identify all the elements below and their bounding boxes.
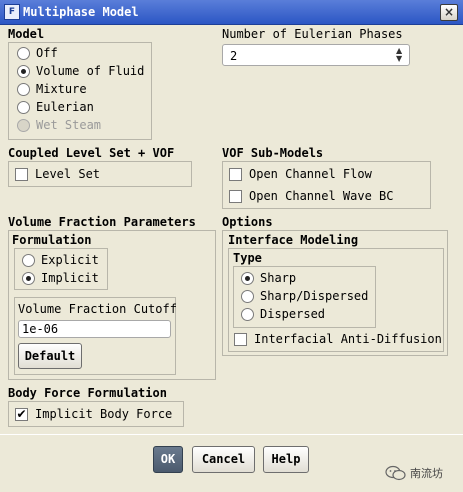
open-channel-flow-checkbox[interactable]: Open Channel Flow bbox=[229, 167, 372, 181]
implicit-body-force-checkbox[interactable]: ✔ Implicit Body Force bbox=[15, 407, 172, 421]
implicit-body-force-label: Implicit Body Force bbox=[35, 407, 173, 421]
button-separator bbox=[0, 434, 463, 435]
radio-selected-icon[interactable] bbox=[241, 271, 254, 285]
model-option-label: Volume of Fluid bbox=[36, 64, 145, 78]
radio-icon[interactable] bbox=[22, 253, 35, 267]
checkbox-icon[interactable] bbox=[15, 167, 28, 181]
formulation-title: Formulation bbox=[12, 233, 92, 247]
help-button[interactable]: Help bbox=[263, 446, 309, 473]
type-label: Sharp/Dispersed bbox=[260, 289, 369, 303]
title-bar: F Multiphase Model × bbox=[0, 0, 463, 25]
cutoff-input[interactable]: 1e-06 bbox=[18, 320, 171, 338]
checkmark-icon[interactable]: ✔ bbox=[15, 407, 28, 421]
open-channel-wave-bc-checkbox[interactable]: Open Channel Wave BC bbox=[229, 189, 394, 203]
anti-diffusion-checkbox[interactable]: Interfacial Anti-Diffusion bbox=[234, 332, 442, 346]
phases-value[interactable]: 2 bbox=[230, 49, 237, 63]
explicit-radio[interactable]: Explicit bbox=[22, 253, 99, 267]
options-title: Options bbox=[222, 215, 273, 229]
type-sharp-radio[interactable]: Sharp bbox=[241, 271, 296, 285]
default-button[interactable]: Default bbox=[18, 343, 82, 369]
wechat-icon bbox=[385, 465, 406, 481]
implicit-radio[interactable]: Implicit bbox=[22, 271, 99, 285]
checkbox-icon[interactable] bbox=[229, 189, 242, 203]
radio-selected-icon[interactable] bbox=[22, 271, 35, 285]
type-label: Sharp bbox=[260, 271, 297, 285]
body-force-title: Body Force Formulation bbox=[8, 386, 167, 400]
spin-down-icon[interactable]: ▼ bbox=[396, 55, 406, 63]
ok-button[interactable]: OK bbox=[153, 446, 183, 473]
phases-title: Number of Eulerian Phases bbox=[222, 27, 403, 41]
model-option-volume-of-fluid[interactable]: Volume of Fluid bbox=[17, 64, 144, 78]
coupled-title: Coupled Level Set + VOF bbox=[8, 146, 175, 160]
interface-modeling-title: Interface Modeling bbox=[228, 233, 359, 247]
radio-disabled-icon bbox=[17, 118, 30, 132]
model-option-label: Mixture bbox=[36, 82, 87, 96]
model-option-label: Wet Steam bbox=[36, 118, 102, 132]
cancel-button[interactable]: Cancel bbox=[192, 446, 255, 473]
vf-params-title: Volume Fraction Parameters bbox=[8, 215, 196, 229]
type-title: Type bbox=[233, 251, 262, 265]
type-label: Dispersed bbox=[260, 307, 326, 321]
radio-icon[interactable] bbox=[241, 289, 254, 303]
open-channel-wave-bc-label: Open Channel Wave BC bbox=[249, 189, 394, 203]
app-icon: F bbox=[4, 4, 20, 20]
window-title: Multiphase Model bbox=[23, 5, 139, 19]
model-option-off[interactable]: Off bbox=[17, 46, 58, 60]
radio-icon[interactable] bbox=[17, 82, 30, 96]
model-option-eulerian[interactable]: Eulerian bbox=[17, 100, 94, 114]
model-option-label: Eulerian bbox=[36, 100, 94, 114]
model-option-mixture[interactable]: Mixture bbox=[17, 82, 87, 96]
vof-submodels-title: VOF Sub-Models bbox=[222, 146, 324, 160]
type-dispersed-radio[interactable]: Dispersed bbox=[241, 307, 325, 321]
radio-icon[interactable] bbox=[17, 46, 30, 60]
radio-icon[interactable] bbox=[241, 307, 254, 321]
radio-selected-icon[interactable] bbox=[17, 64, 30, 78]
type-sharp-dispersed-radio[interactable]: Sharp/Dispersed bbox=[241, 289, 368, 303]
close-button[interactable]: × bbox=[440, 4, 458, 21]
level-set-checkbox[interactable]: Level Set bbox=[15, 167, 100, 181]
model-title: Model bbox=[8, 27, 45, 41]
phases-spinbox[interactable]: 2 ▲ ▼ bbox=[222, 44, 410, 66]
implicit-label: Implicit bbox=[41, 271, 99, 285]
checkbox-icon[interactable] bbox=[234, 332, 247, 346]
model-option-wet-steam: Wet Steam bbox=[17, 118, 101, 132]
radio-icon[interactable] bbox=[17, 100, 30, 114]
cutoff-title: Volume Fraction Cutoff bbox=[18, 302, 177, 316]
level-set-label: Level Set bbox=[35, 167, 101, 181]
watermark: 南流坊 bbox=[385, 464, 443, 482]
explicit-label: Explicit bbox=[41, 253, 99, 267]
checkbox-icon[interactable] bbox=[229, 167, 242, 181]
open-channel-flow-label: Open Channel Flow bbox=[249, 167, 372, 181]
watermark-text: 南流坊 bbox=[410, 467, 443, 480]
cutoff-value[interactable]: 1e-06 bbox=[22, 322, 58, 336]
model-option-label: Off bbox=[36, 46, 58, 60]
anti-diffusion-label: Interfacial Anti-Diffusion bbox=[254, 332, 442, 346]
